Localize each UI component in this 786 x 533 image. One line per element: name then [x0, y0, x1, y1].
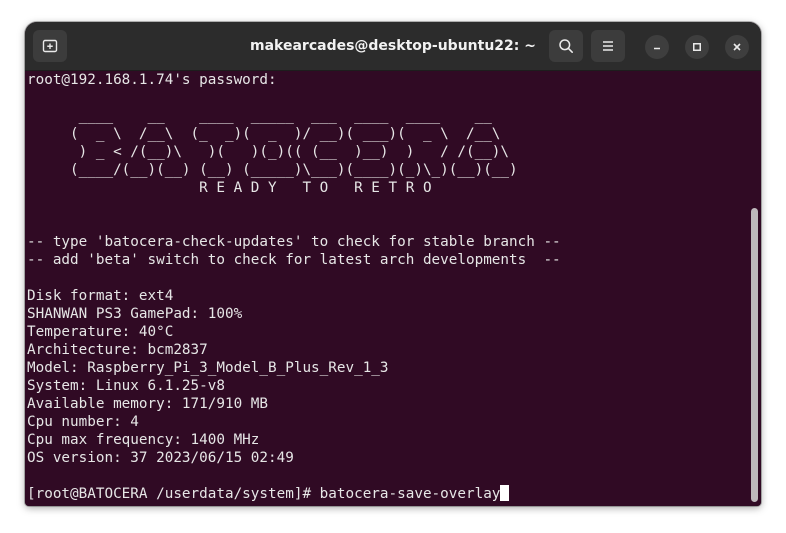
terminal-line: Disk format: ext4	[27, 288, 174, 304]
terminal-line: Model: Raspberry_Pi_3_Model_B_Plus_Rev_1…	[27, 360, 389, 376]
title-bar[interactable]: makearcades@desktop-ubuntu22: ~	[25, 22, 761, 71]
terminal-line: System: Linux 6.1.25-v8	[27, 378, 225, 394]
terminal-area[interactable]: root@192.168.1.74's password: ____ __ __…	[25, 71, 761, 506]
menu-button[interactable]	[591, 30, 625, 62]
close-icon	[733, 43, 741, 51]
terminal-window: makearcades@desktop-ubuntu22: ~ root@192…	[25, 22, 761, 506]
search-button[interactable]	[549, 30, 583, 62]
hamburger-menu-icon	[603, 41, 613, 51]
terminal-line: Architecture: bcm2837	[27, 342, 208, 358]
terminal-line: -- add 'beta' switch to check for latest…	[27, 252, 561, 268]
terminal-output: root@192.168.1.74's password: ____ __ __…	[27, 71, 561, 503]
search-icon	[559, 39, 573, 53]
scrollbar-thumb[interactable]	[751, 208, 758, 502]
terminal-line: Cpu max frequency: 1400 MHz	[27, 432, 260, 448]
minimize-icon	[654, 47, 660, 50]
minimize-button[interactable]	[645, 35, 669, 59]
new-tab-icon	[42, 39, 58, 53]
terminal-line: ____ __ ____ _____ ___ ____ ____ __	[27, 108, 492, 124]
text-cursor	[500, 485, 510, 501]
terminal-line: ) _ < /(__)\ )( )(_)(( (__ )__) ) / /(__…	[27, 144, 510, 160]
terminal-line: Cpu number: 4	[27, 414, 139, 430]
terminal-line: ( _ \ /__\ (_ _)( _ )/ __)( ___)( _ \ /_…	[27, 126, 501, 142]
terminal-line: Temperature: 40°C	[27, 324, 174, 340]
terminal-line: (____/(__)(__) (__) (_____)\___)(____)(_…	[27, 162, 518, 178]
terminal-prompt-line: [root@BATOCERA /userdata/system]# batoce…	[27, 485, 561, 503]
terminal-line: root@192.168.1.74's password:	[27, 72, 286, 88]
maximize-icon	[693, 43, 701, 51]
close-button[interactable]	[725, 35, 749, 59]
maximize-button[interactable]	[685, 35, 709, 59]
terminal-line: SHANWAN PS3 GamePad: 100%	[27, 306, 243, 322]
terminal-line: Available memory: 171/910 MB	[27, 396, 269, 412]
terminal-line: R E A D Y T O R E T R O	[27, 180, 432, 196]
window-title: makearcades@desktop-ubuntu22: ~	[250, 38, 536, 54]
terminal-line: OS version: 37 2023/06/15 02:49	[27, 450, 294, 466]
terminal-line: -- type 'batocera-check-updates' to chec…	[27, 234, 561, 250]
new-tab-button[interactable]	[33, 30, 67, 62]
